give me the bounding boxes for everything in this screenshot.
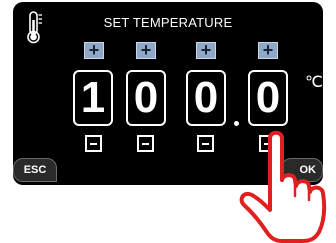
digit-2-display: 0 [126, 70, 166, 126]
esc-button[interactable]: ESC [13, 158, 57, 182]
digit-2-increment-button[interactable]: + [136, 41, 156, 59]
hand-pointer-icon [239, 130, 327, 243]
digit-2-decrement-button[interactable] [137, 135, 154, 152]
digit-1-display: 1 [73, 70, 113, 126]
digit-1-increment-button[interactable]: + [84, 41, 104, 59]
digit-3-increment-button[interactable]: + [196, 41, 216, 59]
screen-title: SET TEMPERATURE [103, 15, 233, 30]
digit-3-display: 0 [186, 70, 226, 126]
digit-1-decrement-button[interactable] [85, 135, 102, 152]
digit-4-increment-button[interactable]: + [258, 41, 278, 59]
unit-label: ℃ [305, 74, 323, 91]
decimal-point [234, 121, 239, 126]
digit-3-decrement-button[interactable] [197, 135, 214, 152]
digit-4-display: 0 [248, 70, 288, 126]
